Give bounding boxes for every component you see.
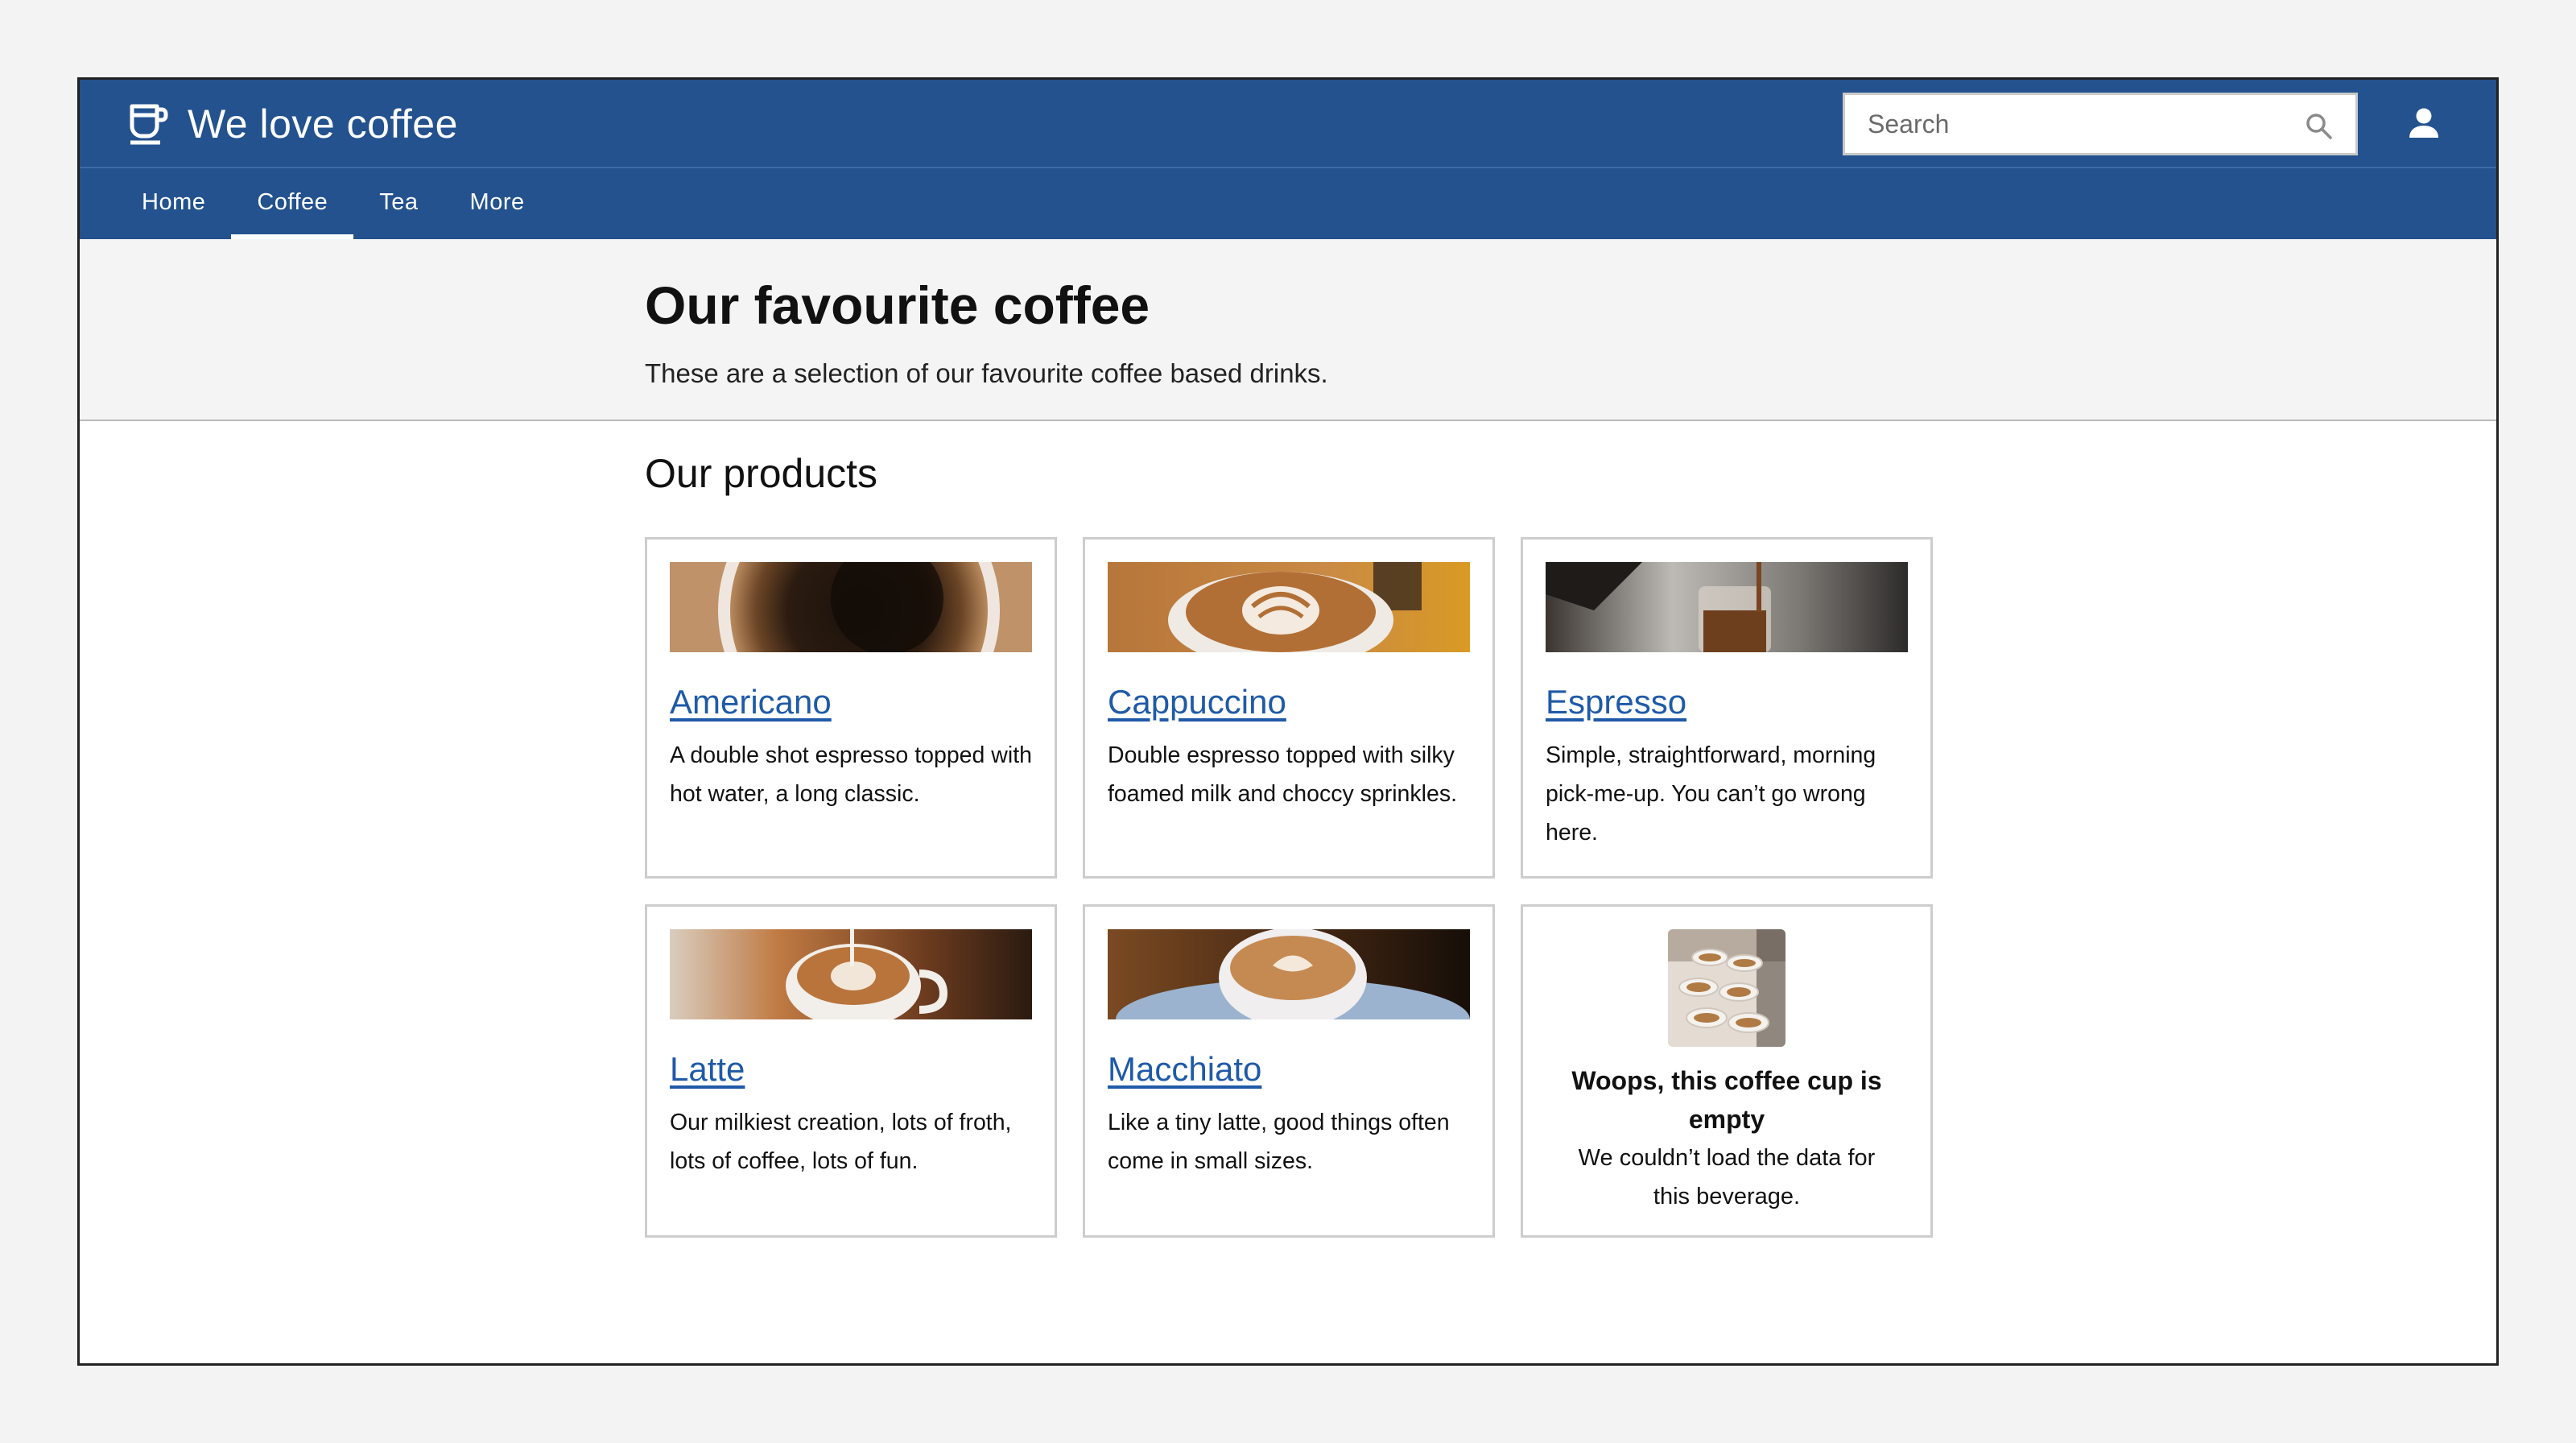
- search-box: [1843, 93, 2358, 155]
- product-description: Double espresso topped with silky foamed…: [1108, 742, 1458, 807]
- product-grid: Americano A double shot espresso topped …: [645, 537, 1933, 1238]
- product-description: Our milkiest creation, lots of froth, lo…: [670, 1110, 1012, 1174]
- product-description: A double shot espresso topped with hot w…: [670, 742, 1032, 807]
- page-title: Our favourite coffee: [645, 275, 1150, 335]
- product-card-americano: Americano A double shot espresso topped …: [645, 537, 1057, 879]
- hero-banner: Our favourite coffee These are a selecti…: [80, 239, 2496, 421]
- product-link-cappuccino[interactable]: Cappuccino: [1108, 683, 1286, 722]
- empty-state-description: We couldn’t load the data for this bever…: [1578, 1145, 1876, 1209]
- empty-cups-image: [1668, 929, 1785, 1047]
- product-link-latte[interactable]: Latte: [670, 1050, 745, 1089]
- product-description: Simple, straightforward, morning pick-me…: [1546, 742, 1876, 846]
- app-window: We love coffee Home Coffee Tea More: [77, 77, 2499, 1366]
- product-link-americano[interactable]: Americano: [670, 683, 832, 722]
- product-description: Like a tiny latte, good things often com…: [1108, 1110, 1450, 1174]
- product-link-macchiato[interactable]: Macchiato: [1108, 1050, 1261, 1089]
- main-nav: Home Coffee Tea More: [80, 168, 2496, 239]
- latte-image: [670, 929, 1032, 1019]
- espresso-image: [1546, 562, 1908, 652]
- macchiato-image: [1108, 929, 1470, 1019]
- search-icon[interactable]: [2306, 113, 2333, 144]
- product-card-macchiato: Macchiato Like a tiny latte, good things…: [1083, 904, 1495, 1238]
- user-icon[interactable]: [2408, 107, 2440, 143]
- nav-item-tea[interactable]: Tea: [353, 168, 444, 239]
- top-bar: We love coffee: [80, 80, 2496, 168]
- empty-state-title: Woops, this coffee cup is empty: [1571, 1066, 1882, 1134]
- cappuccino-image: [1108, 562, 1470, 652]
- americano-image: [670, 562, 1032, 652]
- brand[interactable]: We love coffee: [128, 101, 458, 147]
- empty-state-card: Woops, this coffee cup is empty We could…: [1521, 904, 1933, 1238]
- product-card-latte: Latte Our milkiest creation, lots of fro…: [645, 904, 1057, 1238]
- product-link-espresso[interactable]: Espresso: [1546, 683, 1686, 722]
- app-title: We love coffee: [188, 101, 458, 147]
- search-input[interactable]: [1845, 95, 2355, 153]
- products-heading: Our products: [645, 451, 878, 496]
- product-card-cappuccino: Cappuccino Double espresso topped with s…: [1083, 537, 1495, 879]
- nav-item-more[interactable]: More: [444, 168, 551, 239]
- page-subtitle: These are a selection of our favourite c…: [645, 358, 1328, 388]
- coffee-cup-icon: [128, 102, 168, 146]
- nav-item-coffee[interactable]: Coffee: [231, 168, 354, 239]
- nav-item-home[interactable]: Home: [116, 168, 231, 239]
- product-card-espresso: Espresso Simple, straightforward, mornin…: [1521, 537, 1933, 879]
